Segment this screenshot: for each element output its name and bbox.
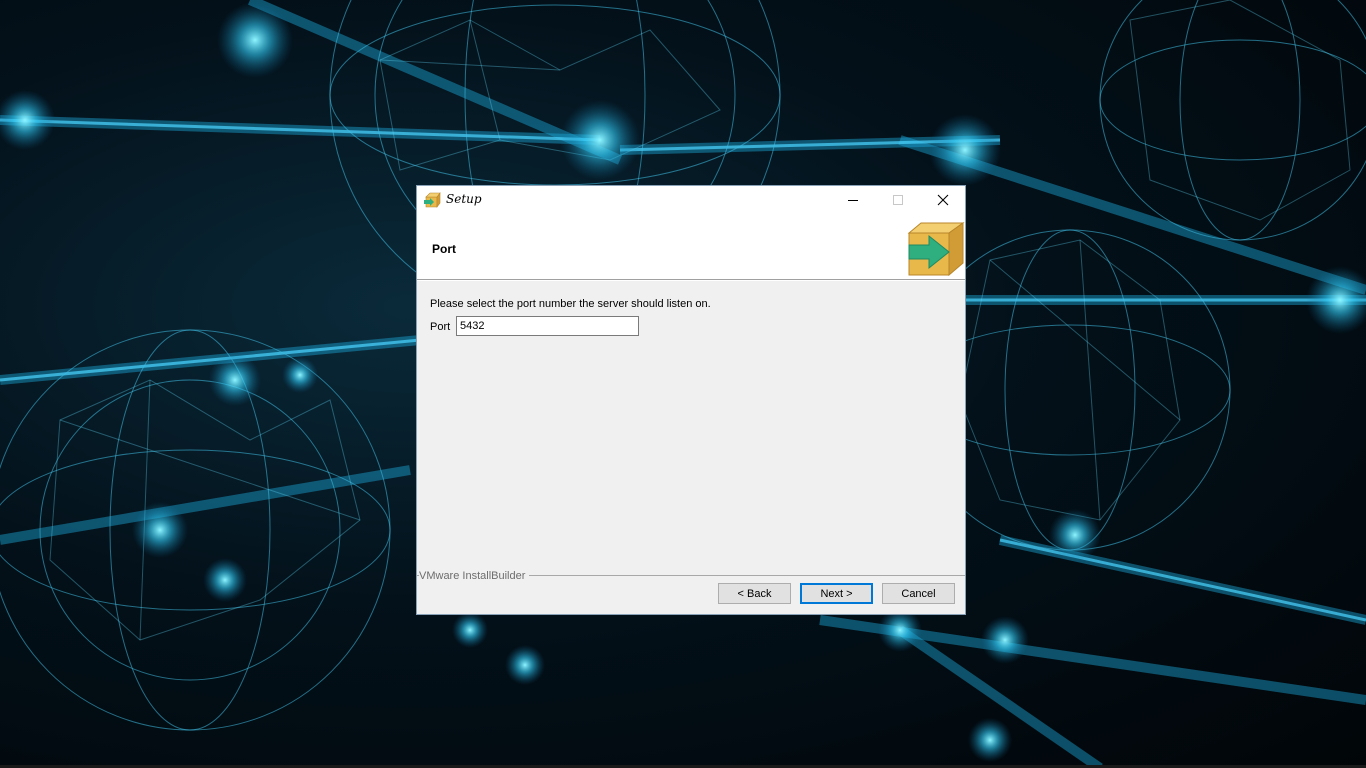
close-icon bbox=[937, 194, 948, 206]
maximize-button[interactable] bbox=[875, 186, 920, 214]
installer-box-logo bbox=[907, 222, 965, 276]
window-title: Setup bbox=[446, 192, 482, 206]
close-button[interactable] bbox=[920, 186, 965, 214]
minimize-button[interactable] bbox=[830, 186, 875, 214]
back-button[interactable]: < Back bbox=[718, 583, 791, 604]
cancel-button[interactable]: Cancel bbox=[882, 583, 955, 604]
minimize-icon bbox=[847, 200, 858, 201]
port-input[interactable] bbox=[456, 316, 639, 336]
wizard-header: Port bbox=[417, 214, 965, 279]
port-label: Port bbox=[430, 321, 451, 333]
installer-box-icon bbox=[424, 192, 441, 208]
page-title: Port bbox=[432, 242, 456, 256]
maximize-icon bbox=[892, 195, 903, 205]
instruction-text: Please select the port number the server… bbox=[430, 298, 711, 310]
brand-label: VMware InstallBuilder bbox=[419, 570, 530, 582]
setup-dialog: Setup Port Please select the port number… bbox=[416, 185, 966, 615]
title-bar[interactable]: Setup bbox=[417, 186, 965, 214]
next-button[interactable]: Next > bbox=[800, 583, 873, 604]
header-divider-highlight bbox=[417, 280, 965, 281]
